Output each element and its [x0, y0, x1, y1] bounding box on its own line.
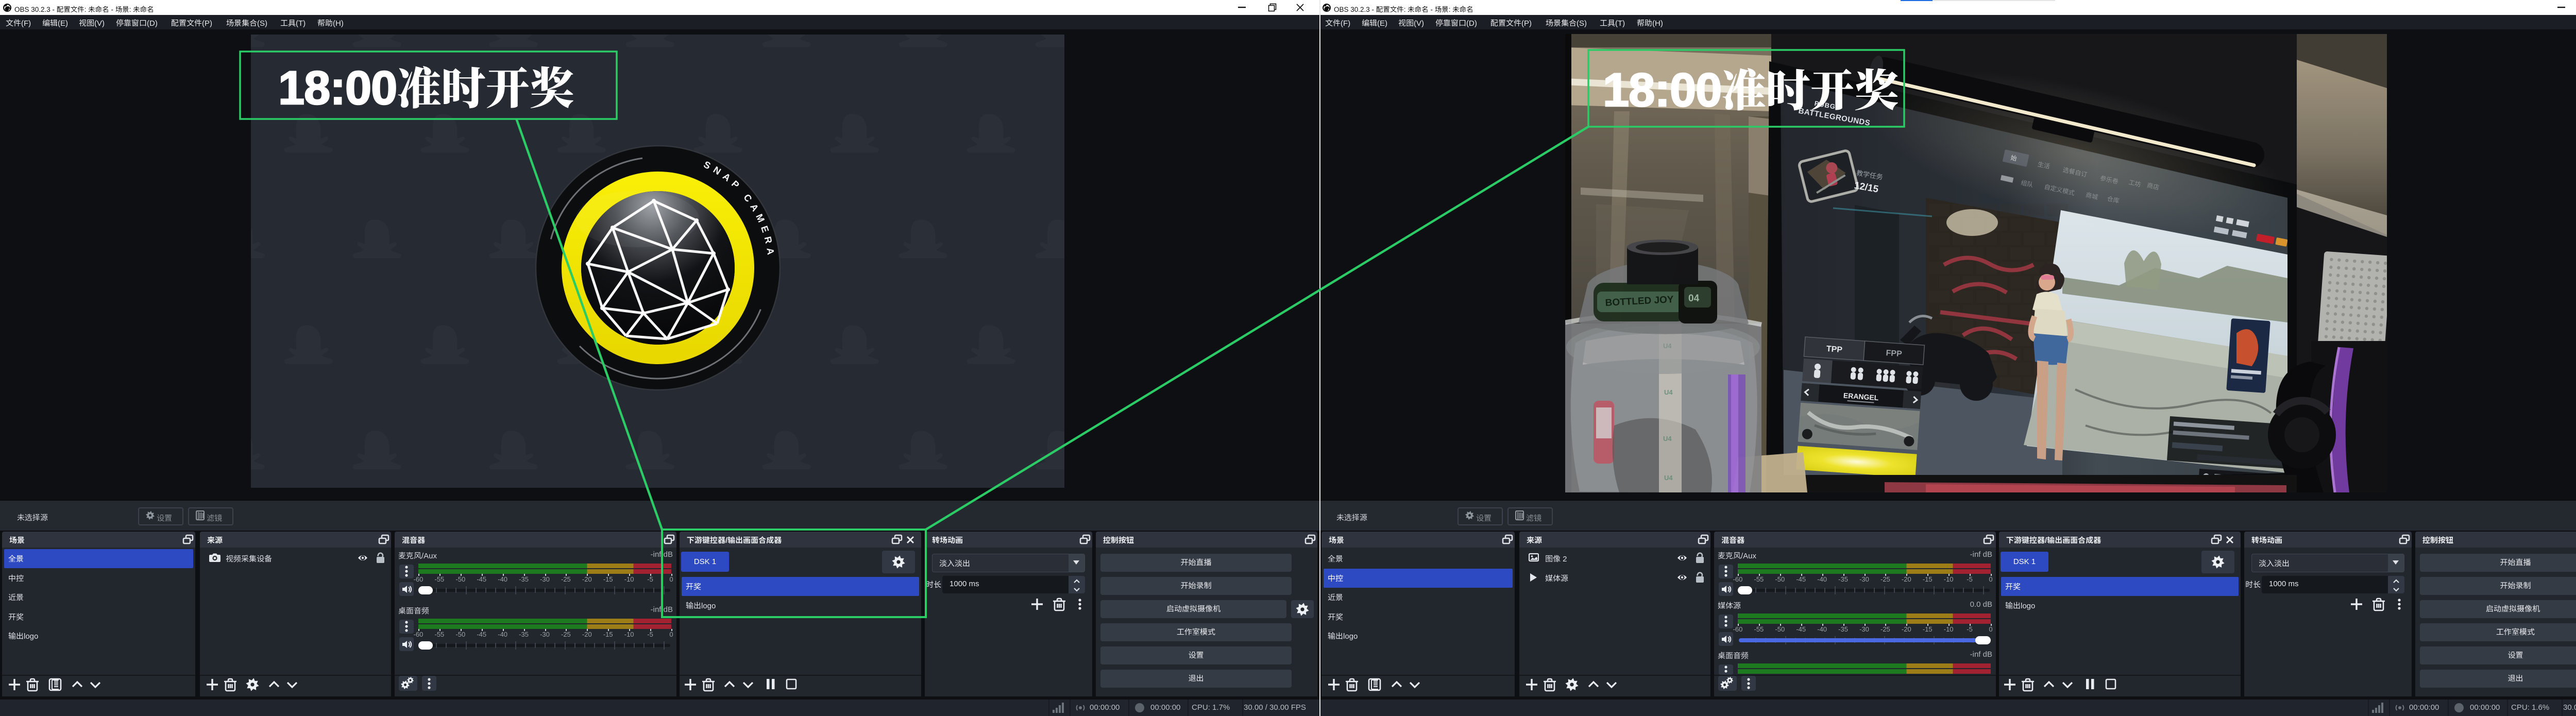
svg-text:TPP: TPP — [1826, 345, 1843, 354]
svg-text:U4: U4 — [1664, 388, 1673, 396]
svg-text:FPP: FPP — [1886, 349, 1903, 359]
svg-text:U4: U4 — [1663, 435, 1672, 442]
svg-text:04: 04 — [1688, 293, 1700, 304]
svg-text:U4: U4 — [1664, 474, 1673, 482]
